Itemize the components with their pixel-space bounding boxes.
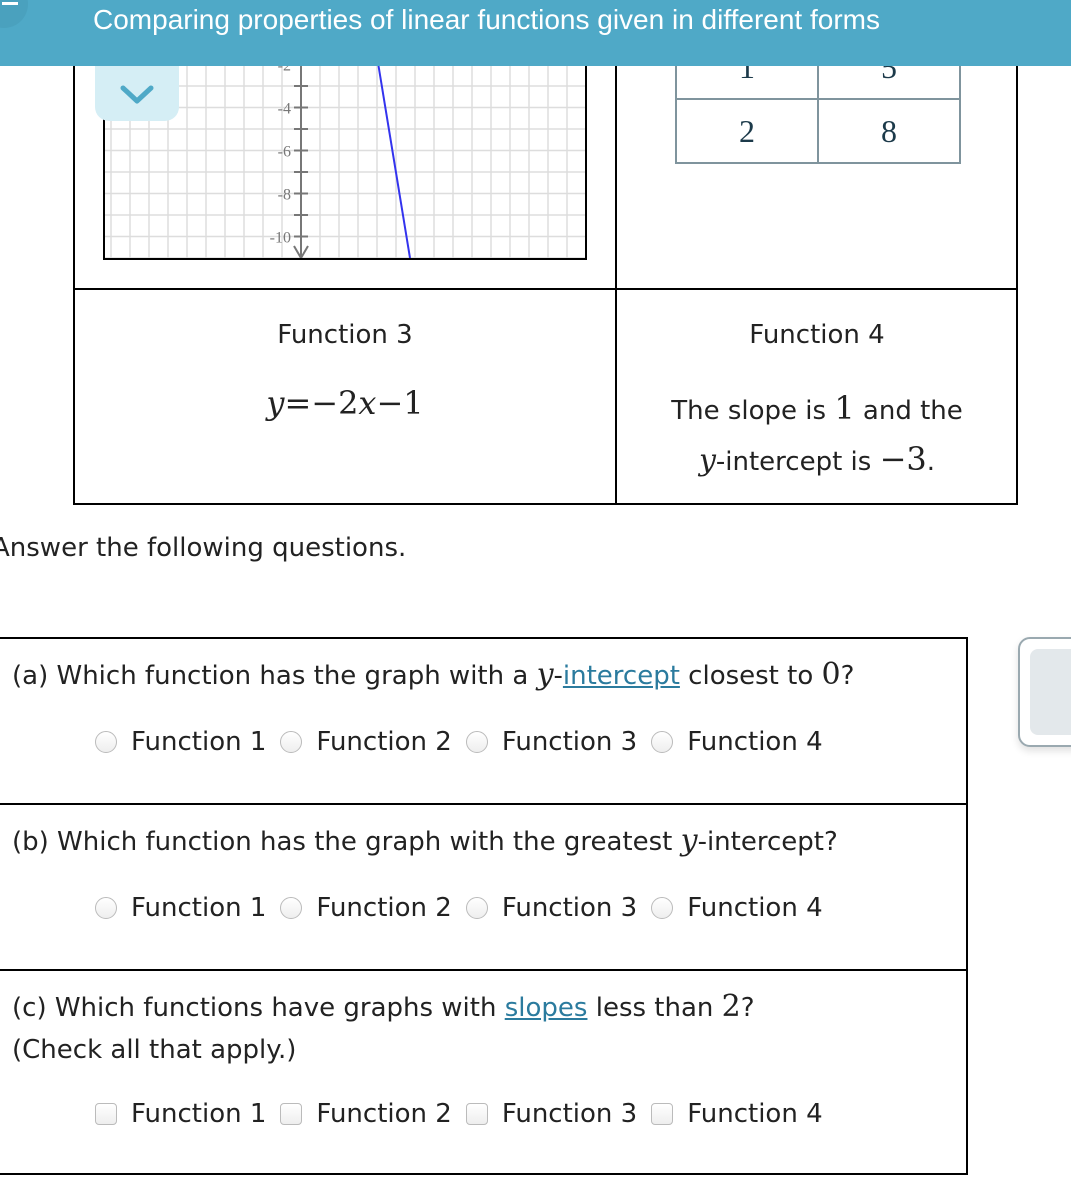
- row-divider: [73, 288, 1018, 290]
- radio-button[interactable]: [465, 897, 488, 919]
- radio-button[interactable]: [465, 731, 488, 753]
- option-label: Function 3: [501, 893, 638, 923]
- option-label: Function 2: [316, 1099, 452, 1129]
- option-function-4[interactable]: Function 4: [651, 727, 823, 757]
- option-label: Function 3: [501, 1099, 638, 1129]
- question-c-text: (c) Which functions have graphs with slo…: [12, 989, 755, 1065]
- option-function-3[interactable]: Function 3: [465, 1099, 638, 1129]
- header-bar: Comparing properties of linear functions…: [0, 0, 1071, 66]
- intercept-link[interactable]: intercept: [563, 661, 680, 691]
- option-label: Function 2: [316, 727, 452, 757]
- function3-title: Function 3: [277, 320, 413, 350]
- checkbox[interactable]: [465, 1103, 488, 1125]
- option-label: Function 1: [131, 1099, 267, 1129]
- y-tick-label: -4: [278, 101, 291, 118]
- table-cell: 2: [675, 98, 819, 164]
- page-title: Comparing properties of linear functions…: [93, 4, 880, 35]
- table-cell: 8: [817, 98, 961, 164]
- question-c-options: Function 1 Function 2 Function 3 Function 4: [95, 1099, 837, 1129]
- instructions: Answer the following questions.: [0, 533, 407, 563]
- option-function-2[interactable]: Function 2: [280, 893, 452, 923]
- radio-button[interactable]: [280, 897, 303, 919]
- radio-button[interactable]: [95, 897, 117, 919]
- function3-equation: y=−2x−1: [266, 384, 424, 422]
- option-function-3[interactable]: Function 3: [465, 727, 638, 757]
- question-a-options: Function 1 Function 2 Function 3 Function 4: [95, 727, 837, 757]
- checkbox[interactable]: [95, 1103, 117, 1125]
- questions-box: (a) Which function has the graph with a …: [0, 637, 968, 1175]
- option-function-1[interactable]: Function 1: [95, 1099, 266, 1129]
- option-function-2[interactable]: Function 2: [280, 1099, 452, 1129]
- option-function-1[interactable]: Function 1: [95, 893, 266, 923]
- y-tick-label: -10: [270, 230, 291, 247]
- option-label: Function 3: [501, 727, 638, 757]
- option-function-1[interactable]: Function 1: [95, 727, 266, 757]
- hamburger-menu-icon[interactable]: [0, 0, 28, 28]
- checkbox[interactable]: [280, 1103, 303, 1125]
- option-label: Function 4: [687, 1099, 823, 1129]
- function4-description: The slope is 1 and the y-intercept is −3…: [671, 389, 963, 478]
- question-b-options: Function 1 Function 2 Function 3 Function 4: [95, 893, 837, 923]
- y-tick-label: -6: [278, 144, 291, 161]
- option-function-4[interactable]: Function 4: [651, 893, 823, 923]
- option-label: Function 2: [316, 893, 452, 923]
- question-b: (b) Which function has the graph with th…: [0, 805, 966, 971]
- radio-button[interactable]: [280, 731, 303, 753]
- radio-button[interactable]: [651, 897, 674, 919]
- option-function-2[interactable]: Function 2: [280, 727, 452, 757]
- side-panel-button[interactable]: [1018, 637, 1071, 747]
- question-a: (a) Which function has the graph with a …: [0, 639, 966, 805]
- question-b-text: (b) Which function has the graph with th…: [12, 823, 838, 858]
- option-label: Function 4: [687, 893, 823, 923]
- option-function-4[interactable]: Function 4: [651, 1099, 823, 1129]
- function4-title: Function 4: [749, 320, 885, 350]
- slopes-link[interactable]: slopes: [505, 993, 588, 1023]
- question-c: (c) Which functions have graphs with slo…: [0, 971, 966, 1175]
- option-label: Function 1: [131, 727, 267, 757]
- y-tick-label: -8: [278, 187, 291, 204]
- option-function-3[interactable]: Function 3: [465, 893, 638, 923]
- radio-button[interactable]: [651, 731, 674, 753]
- option-label: Function 1: [131, 893, 267, 923]
- question-a-text: (a) Which function has the graph with a …: [12, 657, 855, 692]
- table-row: 28: [675, 98, 961, 164]
- option-label: Function 4: [687, 727, 823, 757]
- radio-button[interactable]: [95, 731, 117, 753]
- checkbox[interactable]: [651, 1103, 674, 1125]
